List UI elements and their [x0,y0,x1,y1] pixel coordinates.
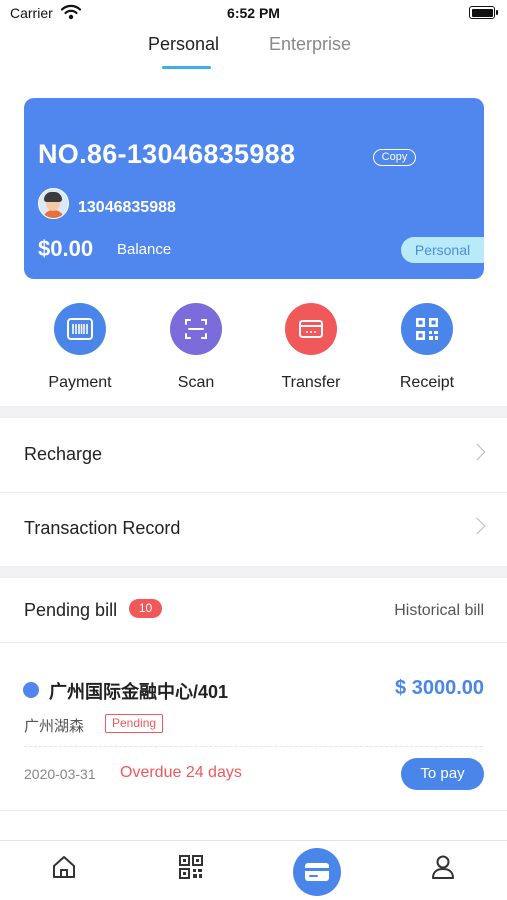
bill-subtitle: 广州湖森 [24,718,85,735]
historical-bill-link[interactable]: Historical bill [394,602,484,620]
status-bar: Carrier 6:52 PM [0,0,507,28]
section-divider [0,566,507,578]
account-type-tabs: Personal Enterprise [0,32,507,72]
bills-header: Pending bill 10 Historical bill [0,578,507,642]
transfer-label: Transfer [281,374,341,391]
payment-button[interactable]: Payment [30,303,130,392]
quick-actions: Payment Scan Transfer Receipt [0,303,507,403]
chevron-right-icon [468,517,486,535]
clock-time: 6:52 PM [227,5,280,21]
tab-enterprise[interactable]: Enterprise [269,34,351,55]
scan-icon [170,303,222,355]
copy-button[interactable]: Copy [373,149,416,166]
bill-title: 广州国际金融中心/401 [49,682,229,702]
dashed-divider [24,746,483,747]
tab-personal[interactable]: Personal [148,34,219,55]
transaction-record-label: Transaction Record [24,518,181,538]
user-icon[interactable] [429,853,457,886]
scan-button[interactable]: Scan [146,303,246,392]
bill-amount: $ 3000.00 [395,677,484,699]
account-type-badge: Personal [401,237,484,263]
receipt-button[interactable]: Receipt [377,303,477,392]
bill-dot-icon [23,682,39,698]
overdue-text: Overdue 24 days [120,764,242,781]
wallet-tab-button[interactable] [293,848,341,896]
scan-label: Scan [177,374,215,391]
status-badge: Pending [105,714,164,733]
balance-amount: $0.00 [38,236,94,261]
account-number: NO.86-13046835988 [38,139,296,169]
avatar [38,188,69,219]
recharge-label: Recharge [24,444,103,464]
transfer-button[interactable]: Transfer [261,303,361,392]
receipt-label: Receipt [399,374,455,391]
transaction-record-row[interactable]: Transaction Record [0,494,507,566]
bottom-tab-bar [0,840,507,900]
recharge-row[interactable]: Recharge [0,420,507,492]
active-tab-indicator [162,66,211,69]
to-pay-button[interactable]: To pay [401,758,484,790]
bill-date: 2020-03-31 [24,766,96,782]
qr-code-icon[interactable] [177,853,205,886]
payment-label: Payment [48,374,112,391]
balance-label: Balance [117,241,172,258]
account-card: NO.86-13046835988 Copy 13046835988 $0.00… [24,98,484,279]
qr-code-icon [401,303,453,355]
battery-icon [469,6,498,19]
home-icon[interactable] [50,853,78,886]
card-icon [285,303,337,355]
section-divider [0,406,507,418]
card-icon [305,863,329,881]
pending-count-badge: 10 [129,599,162,618]
pending-bill-tab[interactable]: Pending bill [24,600,117,621]
row-divider [0,810,507,811]
barcode-icon [54,303,106,355]
chevron-right-icon [468,443,486,461]
row-divider [0,492,507,493]
account-phone: 13046835988 [78,199,176,216]
row-divider [0,642,507,643]
bill-list-item[interactable]: 广州国际金融中心/401 $ 3000.00 广州湖森 Pending 2020… [0,660,507,810]
